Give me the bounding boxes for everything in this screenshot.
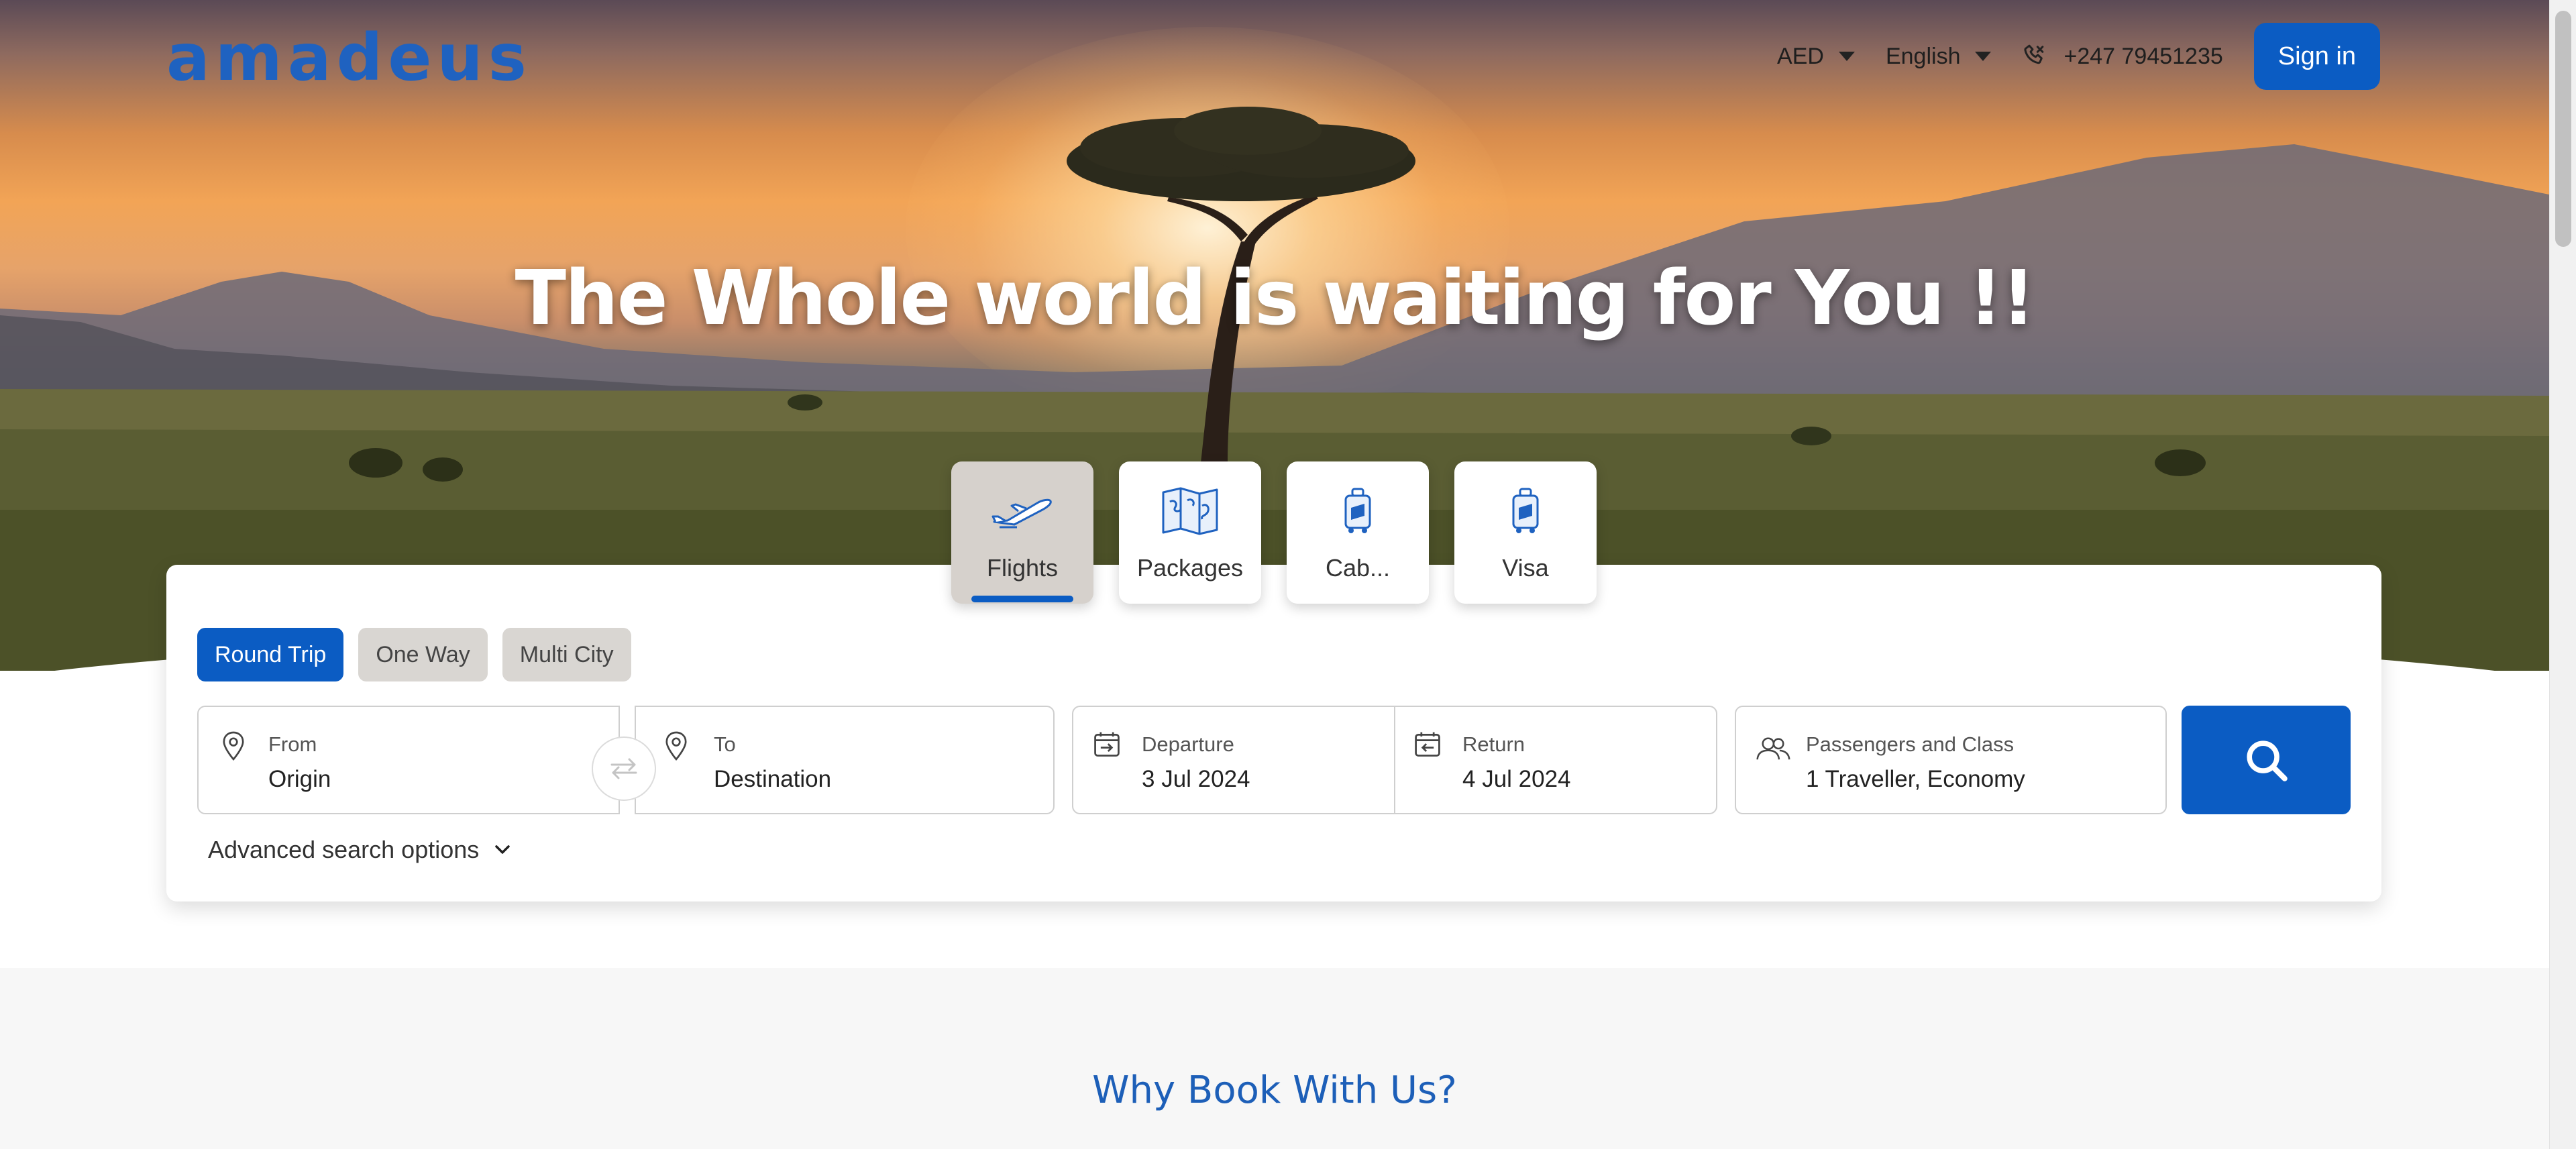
location-pin-icon — [663, 730, 690, 765]
to-label: To — [714, 732, 736, 756]
chevron-down-icon — [1838, 52, 1855, 61]
calendar-depart-icon — [1092, 730, 1122, 763]
amadeus-logo[interactable]: amadeus — [166, 25, 532, 90]
chevron-down-icon — [495, 845, 511, 854]
tab-label: Packages — [1136, 554, 1244, 582]
calendar-return-icon — [1413, 730, 1442, 763]
trip-type-selector: Round Trip One Way Multi City — [197, 628, 631, 681]
passengers-value: 1 Traveller, Economy — [1806, 766, 2025, 792]
sign-in-button[interactable]: Sign in — [2253, 23, 2380, 90]
why-book-section: Why Book With Us? — [0, 968, 2549, 1149]
to-value: Destination — [714, 766, 832, 792]
tab-label: Visa — [1502, 554, 1549, 582]
advanced-search-toggle[interactable]: Advanced search options — [208, 836, 513, 864]
return-date-field[interactable]: Return 4 Jul 2024 — [1394, 706, 1717, 814]
trip-multi-city[interactable]: Multi City — [502, 628, 631, 681]
trip-one-way[interactable]: One Way — [358, 628, 488, 681]
swap-arrows-icon — [610, 758, 637, 779]
search-button[interactable] — [2182, 706, 2351, 814]
return-value: 4 Jul 2024 — [1462, 766, 1571, 792]
departure-value: 3 Jul 2024 — [1142, 766, 1250, 792]
chevron-down-icon — [1975, 52, 1992, 61]
from-value: Origin — [268, 766, 331, 792]
currency-label: AED — [1777, 43, 1824, 69]
luggage-icon — [1342, 484, 1374, 538]
luggage-icon — [1509, 484, 1542, 538]
tab-packages[interactable]: Packages — [1119, 461, 1261, 604]
phone-number: +247 79451235 — [2063, 43, 2223, 69]
tab-label: Flights — [986, 554, 1059, 582]
departure-date-field[interactable]: Departure 3 Jul 2024 — [1072, 706, 1395, 814]
phone-icon — [2022, 43, 2049, 70]
to-field[interactable]: To Destination — [635, 706, 1055, 814]
currency-selector[interactable]: AED — [1777, 44, 1855, 70]
map-icon — [1161, 484, 1220, 538]
from-label: From — [268, 732, 317, 756]
phone-contact[interactable]: +247 79451235 — [2022, 43, 2223, 70]
language-label: English — [1885, 43, 1961, 69]
search-card: Round Trip One Way Multi City From Origi… — [166, 565, 2381, 901]
tab-visa[interactable]: Visa — [1454, 461, 1597, 604]
return-label: Return — [1462, 732, 1525, 756]
passengers-label: Passengers and Class — [1806, 732, 2015, 756]
users-icon — [1755, 734, 1791, 767]
swap-locations-button[interactable] — [592, 736, 656, 801]
trip-round-trip[interactable]: Round Trip — [197, 628, 344, 681]
airplane-icon — [990, 484, 1055, 538]
hero-title: The Whole world is waiting for You !! — [515, 255, 2036, 342]
why-book-title: Why Book With Us? — [1092, 1069, 1457, 1112]
page-scrollbar[interactable] — [2549, 0, 2576, 1149]
language-selector[interactable]: English — [1886, 44, 1992, 70]
tab-cab[interactable]: Cab... — [1287, 461, 1429, 604]
category-tabs: Flights Packages Cab... Visa — [951, 461, 1597, 604]
header-actions: AED English +247 79451235 Sign in — [1777, 23, 2380, 90]
departure-label: Departure — [1142, 732, 1234, 756]
location-pin-icon — [220, 730, 247, 765]
search-icon — [2247, 741, 2288, 781]
tab-flights[interactable]: Flights — [951, 461, 1093, 604]
scrollbar-thumb[interactable] — [2555, 11, 2571, 247]
active-tab-indicator — [971, 596, 1073, 602]
tab-label: Cab... — [1325, 554, 1391, 582]
passengers-class-field[interactable]: Passengers and Class 1 Traveller, Econom… — [1735, 706, 2167, 814]
advanced-search-label: Advanced search options — [208, 836, 480, 863]
from-field[interactable]: From Origin — [197, 706, 620, 814]
